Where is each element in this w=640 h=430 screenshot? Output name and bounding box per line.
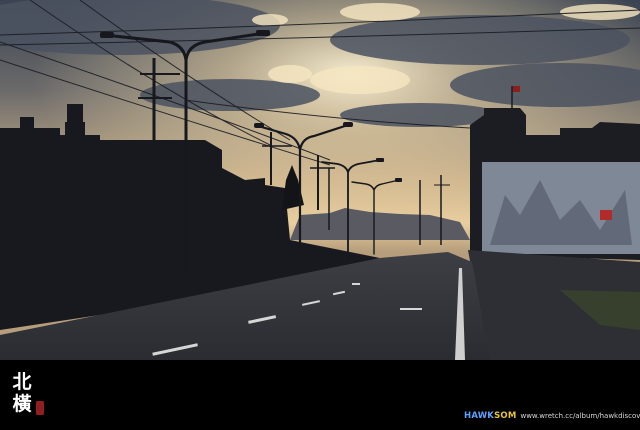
brand-logo: HAWKSOM [464,411,516,421]
brand-logo-part1: HAWK [464,411,495,421]
caption-char-2: 橫 [12,393,32,415]
mural-detail [600,210,612,220]
red-seal-stamp [36,401,44,415]
caption-char-1: 北 [12,371,32,393]
photo-caption: 北 橫 [10,371,34,415]
water-tank [67,104,83,122]
photo-credit: HAWKSOM www.wretch.cc/album/hawkdiscover [464,411,640,421]
album-url: www.wretch.cc/album/hawkdiscover [520,412,640,420]
dusk-street-photo [0,0,640,360]
flag [512,86,520,92]
brand-logo-part2: SOM [494,411,517,421]
water-tank-stand [65,122,85,136]
